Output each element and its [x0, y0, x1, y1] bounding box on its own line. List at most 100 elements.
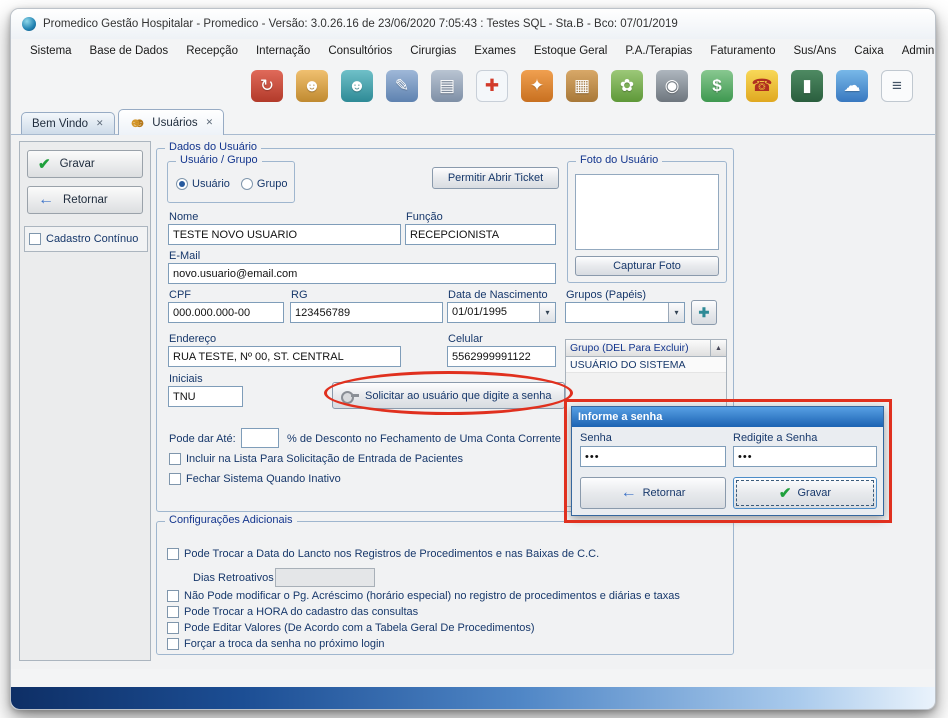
dialog-return-button[interactable]: ← Retornar — [580, 477, 726, 509]
chat-icon[interactable]: ☁ — [836, 70, 868, 102]
checkbox-trocar-data-lancto[interactable]: Pode Trocar a Data do Lancto nos Registr… — [167, 548, 599, 560]
funcao-input[interactable] — [405, 224, 556, 245]
book-icon[interactable]: ▮ — [791, 70, 823, 102]
checkbox-incluir-lista[interactable]: Incluir na Lista Para Solicitação de Ent… — [169, 453, 463, 465]
menu-base-de-dados[interactable]: Base de Dados — [81, 42, 178, 60]
billing-icon[interactable]: $ — [701, 70, 733, 102]
menu-recepcao[interactable]: Recepção — [177, 42, 247, 60]
chevron-down-icon[interactable]: ▾ — [668, 303, 684, 322]
menu-exames[interactable]: Exames — [465, 42, 525, 60]
prescription-icon[interactable]: ✎ — [386, 70, 418, 102]
cpf-input[interactable] — [168, 302, 284, 323]
report-icon[interactable]: ≡ — [881, 70, 913, 102]
email-input[interactable] — [168, 263, 556, 284]
add-group-button[interactable]: ✚ — [691, 300, 717, 325]
menu-cirurgias[interactable]: Cirurgias — [401, 42, 465, 60]
celular-label: Celular — [448, 333, 483, 345]
tab-usuarios[interactable]: ☻ Usuários ✕ — [118, 109, 225, 135]
doctor-icon[interactable]: ☻ — [341, 70, 373, 102]
checkbox-trocar-hora[interactable]: Pode Trocar a HORA do cadastro das consu… — [167, 606, 418, 618]
funcao-label: Função — [406, 211, 443, 223]
phone-glyph: ☎ — [751, 76, 772, 96]
checkbox-box — [167, 606, 179, 618]
close-icon[interactable]: ✕ — [96, 118, 104, 129]
checkbox-pg-acrescimo[interactable]: Não Pode modificar o Pg. Acréscimo (horá… — [167, 590, 680, 602]
menubar: Sistema Base de Dados Recepção Internaçã… — [11, 39, 935, 63]
capture-photo-button[interactable]: Capturar Foto — [575, 256, 719, 276]
menu-consultorios[interactable]: Consultórios — [319, 42, 401, 60]
checkbox-forcar-troca-label: Forçar a troca da senha no próximo login — [184, 638, 385, 650]
cadastro-continuo-label: Cadastro Contínuo — [46, 233, 138, 245]
checkbox-forcar-troca-senha[interactable]: Forçar a troca da senha no próximo login — [167, 638, 385, 650]
grupos-combo[interactable]: ▾ — [565, 302, 685, 323]
menu-sus-ans[interactable]: Sus/Ans — [784, 42, 845, 60]
nascimento-value: 01/01/1995 — [452, 306, 507, 318]
contacts-icon[interactable]: ☻ — [296, 70, 328, 102]
groups-grid-header[interactable]: Grupo (DEL Para Excluir) ▲ — [566, 340, 726, 357]
password-dialog: Informe a senha Senha Redigite a Senha ←… — [571, 406, 884, 516]
password-dialog-body: Senha Redigite a Senha ← Retornar ✔ Grav… — [572, 427, 883, 516]
menu-sistema[interactable]: Sistema — [21, 42, 81, 60]
discount-label: Pode dar Até: — [169, 433, 236, 445]
ambulance-icon[interactable]: ✚ — [476, 70, 508, 102]
request-password-button[interactable]: Solicitar ao usuário que digite a senha — [332, 382, 565, 409]
close-icon[interactable]: ✕ — [206, 117, 214, 128]
menu-faturamento[interactable]: Faturamento — [701, 42, 784, 60]
checkbox-fechar-sistema[interactable]: Fechar Sistema Quando Inativo — [169, 473, 341, 485]
user-type-group-title: Usuário / Grupo — [176, 154, 262, 166]
password-dialog-titlebar[interactable]: Informe a senha — [572, 407, 883, 427]
nascimento-combo[interactable]: 01/01/1995 ▾ — [447, 302, 556, 323]
senha-input[interactable] — [580, 446, 726, 467]
stock-icon[interactable]: ▦ — [566, 70, 598, 102]
save-button[interactable]: ✔ Gravar — [27, 150, 143, 178]
menu-administracao[interactable]: Administra — [893, 42, 935, 60]
refresh-glyph: ↻ — [260, 76, 274, 96]
checkbox-box — [29, 233, 41, 245]
menu-internacao[interactable]: Internação — [247, 42, 319, 60]
checkbox-fechar-label: Fechar Sistema Quando Inativo — [186, 473, 341, 485]
radio-usuario-label: Usuário — [192, 178, 230, 190]
menu-pa-terapias[interactable]: P.A./Terapias — [616, 42, 701, 60]
add-icon: ✚ — [699, 305, 710, 321]
endereco-label: Endereço — [169, 333, 216, 345]
phone-icon[interactable]: ☎ — [746, 70, 778, 102]
chevron-down-icon[interactable]: ▾ — [539, 303, 555, 322]
user-photo-group: Foto do Usuário Capturar Foto — [567, 161, 727, 283]
celular-input[interactable] — [447, 346, 556, 367]
dias-retroativos-input[interactable] — [275, 568, 375, 587]
rg-label: RG — [291, 289, 308, 301]
table-row[interactable]: USUÁRIO DO SISTEMA — [566, 357, 726, 373]
checkbox-cadastro-continuo[interactable]: Cadastro Contínuo — [24, 226, 148, 252]
radio-dot — [241, 178, 253, 190]
dialog-save-button[interactable]: ✔ Gravar — [733, 477, 877, 509]
allow-ticket-button[interactable]: Permitir Abrir Ticket — [432, 167, 559, 189]
grupos-label: Grupos (Papéis) — [566, 289, 646, 301]
return-button[interactable]: ← Retornar — [27, 186, 143, 214]
checkbox-box — [169, 473, 181, 485]
checkbox-editar-valores[interactable]: Pode Editar Valores (De Acordo com a Tab… — [167, 622, 535, 634]
supplies-icon[interactable]: ✿ — [611, 70, 643, 102]
radio-grupo[interactable]: Grupo — [241, 178, 288, 190]
endereco-input[interactable] — [168, 346, 401, 367]
redigite-senha-input[interactable] — [733, 446, 877, 467]
nascimento-label: Data de Nascimento — [448, 289, 548, 301]
discount-input[interactable] — [241, 428, 279, 448]
rg-input[interactable] — [290, 302, 443, 323]
chat-glyph: ☁ — [844, 76, 861, 96]
radio-usuario[interactable]: Usuário — [176, 178, 230, 190]
refresh-icon[interactable]: ↻ — [251, 70, 283, 102]
additional-settings-title: Configurações Adicionais — [165, 514, 297, 526]
services-icon[interactable]: ✦ — [521, 70, 553, 102]
nome-input[interactable] — [168, 224, 401, 245]
request-password-label: Solicitar ao usuário que digite a senha — [365, 390, 552, 402]
hospital-bed-icon[interactable]: ▤ — [431, 70, 463, 102]
tab-bem-vindo[interactable]: Bem Vindo ✕ — [21, 112, 115, 134]
email-label: E-Mail — [169, 250, 200, 262]
vault-icon[interactable]: ◉ — [656, 70, 688, 102]
iniciais-input[interactable] — [168, 386, 243, 407]
menu-caixa[interactable]: Caixa — [845, 42, 892, 60]
tabbar: Bem Vindo ✕ ☻ Usuários ✕ — [11, 109, 935, 135]
menu-estoque-geral[interactable]: Estoque Geral — [525, 42, 617, 60]
sort-up-icon[interactable]: ▲ — [710, 340, 726, 356]
discount-suffix-label: % de Desconto no Fechamento de Uma Conta… — [287, 433, 561, 445]
